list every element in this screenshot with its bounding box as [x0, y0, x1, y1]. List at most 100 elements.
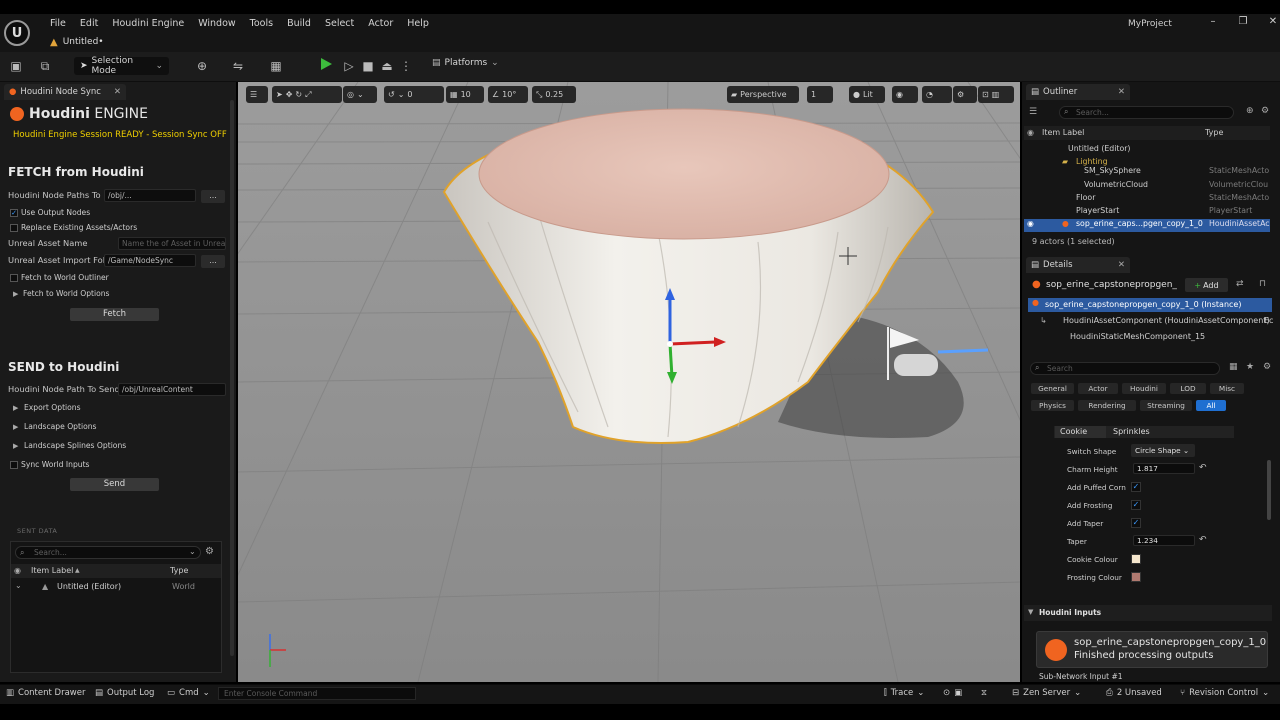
step-icon[interactable]: ▷	[341, 58, 357, 74]
content-drawer-button[interactable]: ▥ Content Drawer	[6, 688, 85, 698]
tab-details[interactable]: ▤ Details ✕	[1026, 257, 1130, 273]
chevron-down-icon[interactable]: ⌄	[189, 547, 196, 556]
maximize-viewport-icon[interactable]: ⊡	[982, 90, 989, 99]
send-path-input[interactable]: /obj/UnrealContent	[118, 383, 226, 396]
perspective-dropdown[interactable]: ▰ Perspective	[727, 86, 799, 103]
component-row[interactable]: ↳ HoudiniAssetComponent (HoudiniAssetComp…	[1028, 316, 1273, 330]
maximize-icon[interactable]: ❐	[1235, 16, 1251, 27]
outliner-row[interactable]: Untitled (Editor)	[1024, 144, 1270, 157]
fetch-world-options-label[interactable]: Fetch to World Options	[23, 289, 110, 298]
expand-arrow-icon[interactable]: ▶	[13, 423, 18, 431]
console-command-input[interactable]: Enter Console Command	[218, 687, 416, 700]
record-icon[interactable]: ⊙	[943, 688, 950, 698]
level-tab[interactable]: ▲ Untitled•	[44, 33, 110, 51]
fetch-button[interactable]: Fetch	[70, 308, 159, 321]
use-output-nodes-checkbox[interactable]: ✓	[10, 209, 18, 217]
frosting-colour-swatch[interactable]	[1131, 572, 1141, 582]
column-type[interactable]: Type	[170, 566, 188, 575]
gear-icon[interactable]: ⚙	[1263, 362, 1271, 372]
close-icon[interactable]: ✕	[114, 87, 121, 97]
collapse-arrow-icon[interactable]: ⌄	[15, 581, 22, 590]
menu-help[interactable]: Help	[400, 17, 436, 30]
camera-speed-button[interactable]: 1	[807, 86, 833, 103]
details-search-input[interactable]: Search	[1030, 362, 1220, 375]
scale-snap-button[interactable]: ⤡ 0.25	[532, 86, 576, 103]
cookie-colour-swatch[interactable]	[1131, 554, 1141, 564]
platforms-dropdown[interactable]: ▤ Platforms ⌄	[432, 58, 499, 68]
close-icon[interactable]: ✕	[1265, 16, 1280, 27]
reset-icon[interactable]: ↶	[1199, 463, 1207, 473]
blueprint-icon[interactable]: ⇋	[230, 58, 246, 74]
left-panel-scrollbar[interactable]	[230, 100, 234, 656]
menu-window[interactable]: Window	[191, 17, 242, 30]
screenshot-icon[interactable]: ▣	[954, 688, 962, 698]
layout-icon[interactable]: ▥	[992, 90, 1000, 99]
tab-outliner[interactable]: ▤ Outliner ✕	[1026, 84, 1130, 100]
move-tool-icon[interactable]: ✥	[286, 90, 293, 99]
lock-icon[interactable]: ⊓	[1259, 279, 1266, 289]
coordinate-system-button[interactable]: ◎ ⌄	[343, 86, 377, 103]
add-content-icon[interactable]: ⊕	[194, 58, 210, 74]
add-puffed-corn-checkbox[interactable]: ✓	[1131, 482, 1141, 492]
tab-houdini-node-sync[interactable]: ● Houdini Node Sync ✕	[4, 84, 126, 100]
grid-snap-button[interactable]: ▦ 10	[446, 86, 484, 103]
selected-actor-name[interactable]: sop_erine_capstonepropgen_	[1046, 280, 1177, 290]
menu-edit[interactable]: Edit	[73, 17, 105, 30]
taper-input[interactable]: 1.234	[1133, 535, 1195, 546]
add-actor-icon[interactable]: ⊕	[1246, 106, 1254, 116]
category-rendering[interactable]: Rendering	[1078, 400, 1136, 411]
performance-button[interactable]: ◔	[922, 86, 952, 103]
menu-file[interactable]: File	[43, 17, 73, 30]
level-viewport[interactable]	[238, 82, 1020, 682]
unsaved-button[interactable]: ⎙ 2 Unsaved	[1106, 688, 1162, 698]
eye-icon[interactable]: ◉	[14, 566, 21, 575]
rotate-tool-icon[interactable]: ↻	[295, 90, 302, 99]
more-options-icon[interactable]: ⋮	[398, 58, 414, 74]
column-item-label[interactable]: Item Label	[1042, 128, 1084, 137]
close-icon[interactable]: ✕	[1118, 87, 1125, 97]
viewport-options-button[interactable]: ☰	[246, 86, 268, 103]
landscape-splines-label[interactable]: Landscape Splines Options	[24, 441, 126, 450]
menu-actor[interactable]: Actor	[361, 17, 400, 30]
source-control-icon[interactable]: ⧉	[37, 58, 53, 74]
browse-button[interactable]: ...	[201, 190, 225, 203]
eye-icon[interactable]: ◉	[1027, 128, 1034, 137]
sent-search-input[interactable]: Search...	[15, 546, 201, 559]
transform-tools[interactable]: ➤ ✥ ↻ ⤢	[272, 86, 342, 103]
view-mode-dropdown[interactable]: ● Lit	[849, 86, 885, 103]
menu-build[interactable]: Build	[280, 17, 318, 30]
eject-icon[interactable]: ⏏	[379, 58, 395, 74]
play-icon[interactable]	[321, 58, 332, 70]
blueprint-icon[interactable]: ⇄	[1236, 279, 1244, 289]
category-general[interactable]: General	[1031, 383, 1074, 394]
outliner-row[interactable]: SM_SkySphere StaticMeshActo	[1024, 166, 1270, 179]
expand-arrow-icon[interactable]: ▶	[13, 290, 18, 298]
close-icon[interactable]: ✕	[1118, 260, 1125, 270]
category-streaming[interactable]: Streaming	[1140, 400, 1192, 411]
selection-mode-dropdown[interactable]: ➤ Selection Mode ⌄	[74, 56, 169, 76]
gear-icon[interactable]: ⚙	[205, 546, 214, 557]
surface-snap-button[interactable]: ↺ ⌄ 0	[384, 86, 444, 103]
table-view-icon[interactable]: ▦	[1229, 362, 1238, 372]
cmd-dropdown[interactable]: ▭ Cmd ⌄	[167, 688, 210, 698]
category-misc[interactable]: Misc	[1210, 383, 1244, 394]
category-physics[interactable]: Physics	[1031, 400, 1074, 411]
details-scrollbar[interactable]	[1267, 460, 1271, 520]
outliner-search-input[interactable]: Search...	[1059, 106, 1234, 119]
eye-icon[interactable]: ◉	[1027, 219, 1034, 228]
column-type[interactable]: Type	[1205, 128, 1223, 137]
column-item-label[interactable]: Item Label	[31, 566, 73, 575]
category-all[interactable]: All	[1196, 400, 1226, 411]
fetch-world-outliner-checkbox[interactable]	[10, 274, 18, 282]
menu-tools[interactable]: Tools	[243, 17, 280, 30]
cinematics-icon[interactable]: ▦	[268, 58, 284, 74]
rotation-snap-button[interactable]: ∠ 10°	[488, 86, 528, 103]
trace-tools[interactable]: ⊙ ▣	[943, 688, 962, 698]
landscape-options-label[interactable]: Landscape Options	[24, 422, 97, 431]
mesh-component-row[interactable]: HoudiniStaticMeshComponent_15	[1028, 332, 1272, 346]
minimize-icon[interactable]: –	[1205, 16, 1221, 27]
expand-arrow-icon[interactable]: ▶	[13, 442, 18, 450]
outliner-row[interactable]: PlayerStart PlayerStart	[1024, 206, 1270, 219]
send-button[interactable]: Send	[70, 478, 159, 491]
filter-icon[interactable]: ☰	[1029, 107, 1037, 117]
